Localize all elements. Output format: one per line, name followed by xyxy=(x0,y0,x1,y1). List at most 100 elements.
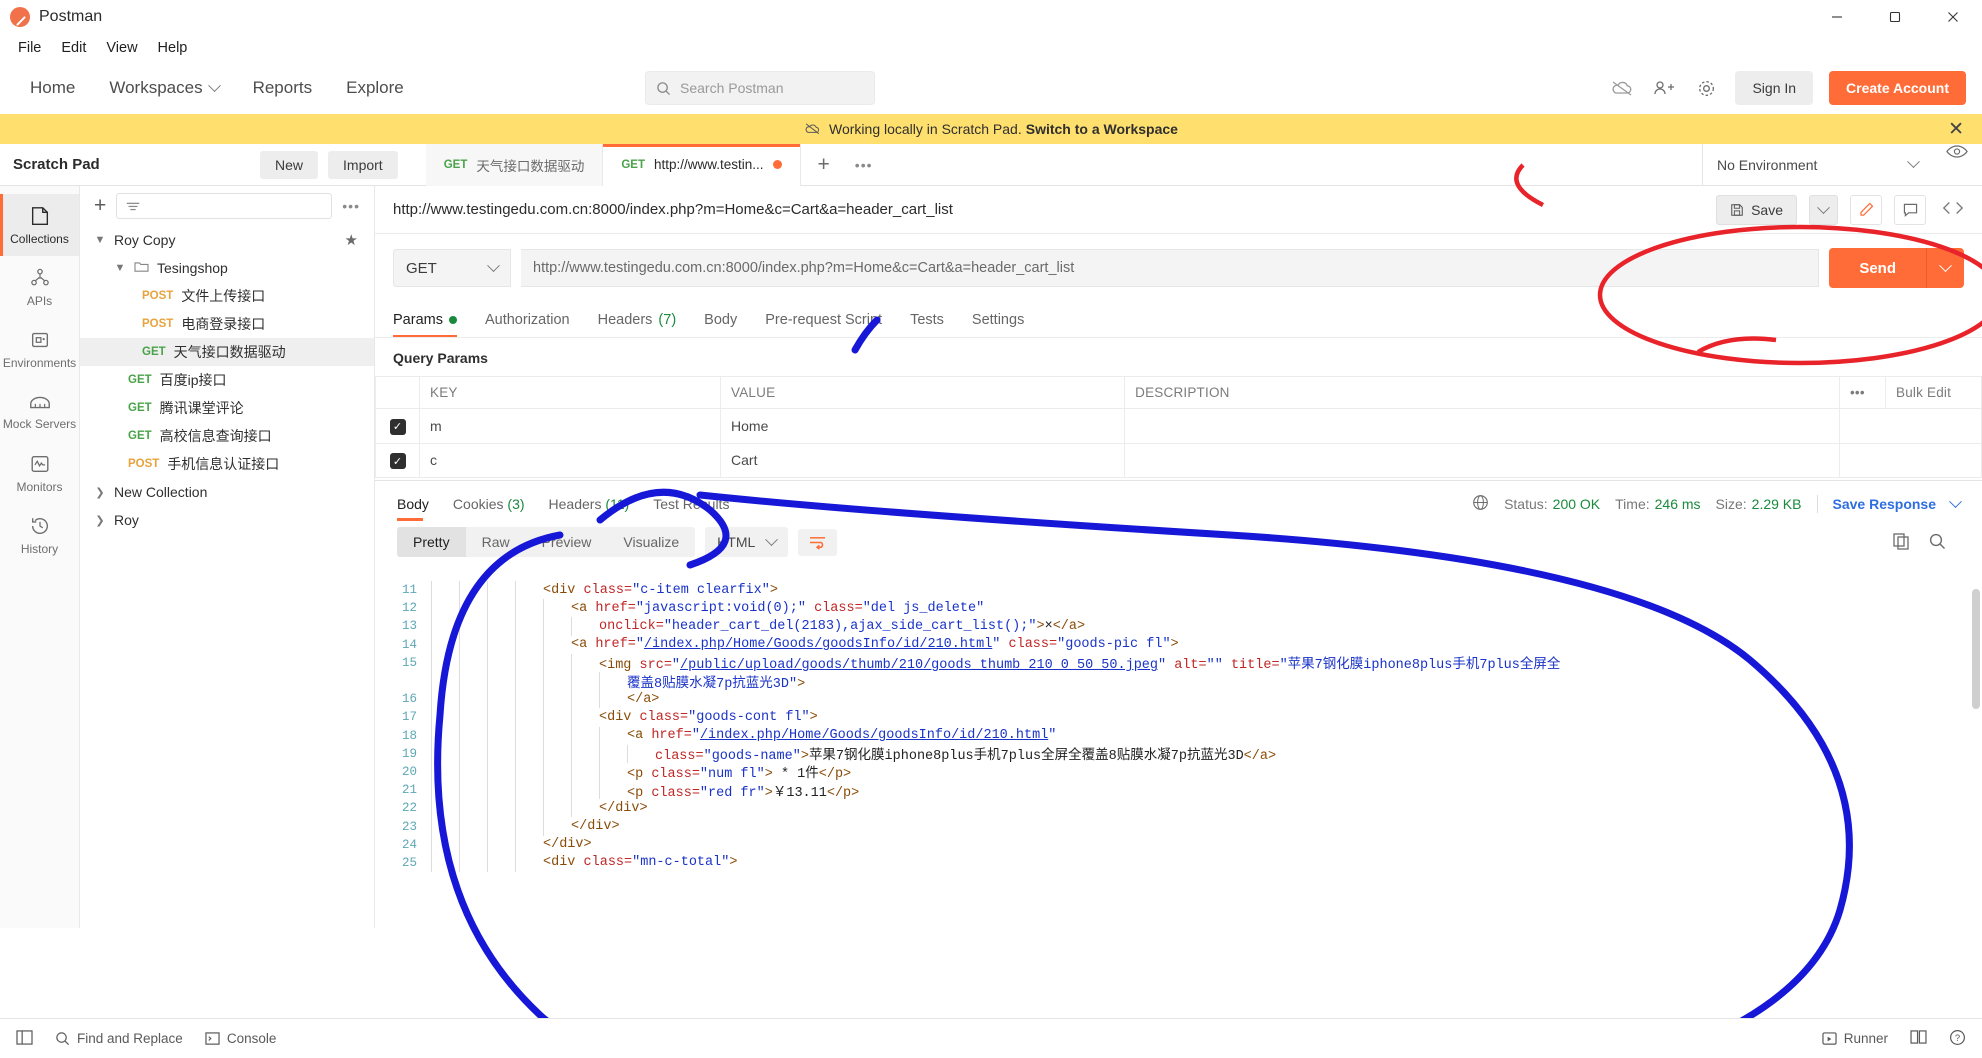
row-value[interactable]: Cart xyxy=(720,442,1126,478)
code-snippet-icon[interactable] xyxy=(1938,200,1964,219)
search-icon[interactable] xyxy=(1928,532,1946,553)
copy-icon[interactable] xyxy=(1892,532,1910,553)
tree-item-weather-api[interactable]: GET 天气接口数据驱动 xyxy=(80,338,374,366)
row-checkbox-cell[interactable]: ✓ xyxy=(375,408,420,444)
sidebar-more-icon[interactable]: ••• xyxy=(342,198,360,214)
menu-file[interactable]: File xyxy=(8,37,51,59)
send-dropdown-button[interactable] xyxy=(1926,248,1964,288)
tab-options-icon[interactable]: ••• xyxy=(847,144,881,186)
sidebar-item-monitors[interactable]: Monitors xyxy=(0,442,79,504)
request-tab-2[interactable]: GET http://www.testin... xyxy=(603,143,801,186)
create-account-button[interactable]: Create Account xyxy=(1829,71,1966,105)
new-button[interactable]: New xyxy=(260,150,319,179)
format-visualize[interactable]: Visualize xyxy=(607,527,695,557)
checkbox-checked-icon[interactable]: ✓ xyxy=(389,418,406,435)
star-icon[interactable]: ★ xyxy=(345,231,358,249)
console-button[interactable]: Console xyxy=(205,1031,276,1046)
minimize-button[interactable] xyxy=(1808,0,1866,34)
row-description[interactable] xyxy=(1124,442,1840,478)
help-icon[interactable]: ? xyxy=(1949,1029,1966,1049)
tab-tests[interactable]: Tests xyxy=(910,312,944,337)
sign-in-button[interactable]: Sign In xyxy=(1735,71,1814,105)
sidebar-toggle-icon[interactable] xyxy=(16,1029,33,1048)
save-button[interactable]: Save xyxy=(1716,194,1797,225)
vertical-scrollbar[interactable] xyxy=(1972,589,1980,709)
chevron-down-icon[interactable] xyxy=(1949,494,1962,508)
checkbox-checked-icon[interactable]: ✓ xyxy=(389,453,406,469)
tree-item-ecommerce-login[interactable]: POST 电商登录接口 xyxy=(80,310,374,338)
edit-icon[interactable] xyxy=(1850,194,1882,225)
url-input[interactable]: http://www.testingedu.com.cn:8000/index.… xyxy=(521,249,1820,287)
response-tab-headers[interactable]: Headers (11) xyxy=(549,496,630,521)
close-button[interactable] xyxy=(1924,0,1982,34)
tree-item-phone-auth[interactable]: POST 手机信息认证接口 xyxy=(80,450,374,478)
invite-icon[interactable] xyxy=(1651,75,1677,101)
new-tab-button[interactable]: + xyxy=(801,144,847,186)
tab-params[interactable]: Params xyxy=(393,312,457,337)
menu-help[interactable]: Help xyxy=(148,37,198,59)
environment-quick-look-icon[interactable] xyxy=(1932,144,1982,186)
table-row[interactable]: ✓ m Home xyxy=(375,408,1982,444)
tab-pre-request-script[interactable]: Pre-request Script xyxy=(765,312,882,337)
menu-view[interactable]: View xyxy=(96,37,147,59)
menu-edit[interactable]: Edit xyxy=(51,37,96,59)
tree-item-college-info[interactable]: GET 高校信息查询接口 xyxy=(80,422,374,450)
runner-button[interactable]: Runner xyxy=(1822,1031,1888,1046)
tree-item-roy[interactable]: ❯ Roy xyxy=(80,506,374,534)
table-row[interactable]: ✓ c Cart xyxy=(375,442,1982,478)
tree-item-roy-copy[interactable]: ▼ Roy Copy ★ xyxy=(80,226,374,254)
gear-icon[interactable] xyxy=(1693,75,1719,101)
sidebar-item-mock-servers[interactable]: Mock Servers xyxy=(0,380,79,442)
add-collection-button[interactable]: + xyxy=(94,194,106,218)
filter-input[interactable] xyxy=(116,193,333,219)
row-key[interactable]: c xyxy=(418,442,722,478)
comment-icon[interactable] xyxy=(1894,194,1926,225)
wrap-lines-button[interactable] xyxy=(798,528,838,556)
row-value[interactable]: Home xyxy=(720,408,1126,444)
row-key[interactable]: m xyxy=(418,408,722,444)
search-input[interactable]: Search Postman xyxy=(645,71,875,105)
format-pretty[interactable]: Pretty xyxy=(397,527,466,557)
nav-reports[interactable]: Reports xyxy=(253,78,313,98)
save-dropdown-button[interactable] xyxy=(1809,194,1838,225)
nav-explore[interactable]: Explore xyxy=(346,78,404,98)
tree-item-new-collection[interactable]: ❯ New Collection xyxy=(80,478,374,506)
response-tab-cookies[interactable]: Cookies (3) xyxy=(453,496,525,521)
select-all-cell[interactable] xyxy=(375,376,420,409)
find-and-replace-button[interactable]: Find and Replace xyxy=(55,1031,183,1046)
response-tab-body[interactable]: Body xyxy=(397,496,429,521)
sidebar-item-collections[interactable]: Collections xyxy=(0,194,79,256)
tree-item-tesingshop[interactable]: ▼ Tesingshop xyxy=(80,254,374,282)
row-description[interactable] xyxy=(1124,408,1840,444)
banner-close-icon[interactable]: ✕ xyxy=(1948,118,1964,141)
row-checkbox-cell[interactable]: ✓ xyxy=(375,442,420,478)
tab-headers[interactable]: Headers (7) xyxy=(598,312,677,337)
response-body-code[interactable]: 11 <div class="c-item clearfix"> 12 <a href… xyxy=(375,581,1982,1018)
sync-cloud-icon[interactable] xyxy=(1609,75,1635,101)
sidebar-item-environments[interactable]: Environments xyxy=(0,318,79,380)
response-tab-test-results[interactable]: Test Results xyxy=(653,496,729,521)
request-tab-1[interactable]: GET 天气接口数据驱动 xyxy=(425,143,604,186)
language-select[interactable]: HTML xyxy=(705,527,789,557)
bulk-edit-button[interactable]: Bulk Edit xyxy=(1885,376,1982,409)
send-button[interactable]: Send xyxy=(1829,248,1926,288)
format-preview[interactable]: Preview xyxy=(526,527,608,557)
tree-item-tencent-class[interactable]: GET 腾讯课堂评论 xyxy=(80,394,374,422)
environment-selector[interactable]: No Environment xyxy=(1702,143,1932,186)
nav-workspaces[interactable]: Workspaces xyxy=(109,78,221,98)
sidebar-item-apis[interactable]: APIs xyxy=(0,256,79,318)
tree-item-baidu-ip[interactable]: GET 百度ip接口 xyxy=(80,366,374,394)
nav-home[interactable]: Home xyxy=(30,78,75,98)
sidebar-item-history[interactable]: History xyxy=(0,504,79,566)
format-raw[interactable]: Raw xyxy=(466,527,526,557)
layout-icon[interactable] xyxy=(1910,1030,1927,1047)
http-method-select[interactable]: GET xyxy=(393,249,511,287)
tab-authorization[interactable]: Authorization xyxy=(485,312,570,337)
switch-workspace-link[interactable]: Switch to a Workspace xyxy=(1026,121,1178,137)
table-options-icon[interactable]: ••• xyxy=(1839,376,1886,409)
tab-body[interactable]: Body xyxy=(704,312,737,337)
tab-settings[interactable]: Settings xyxy=(972,312,1024,337)
maximize-button[interactable] xyxy=(1866,0,1924,34)
save-response-button[interactable]: Save Response xyxy=(1833,496,1937,512)
tree-item-file-upload[interactable]: POST 文件上传接口 xyxy=(80,282,374,310)
